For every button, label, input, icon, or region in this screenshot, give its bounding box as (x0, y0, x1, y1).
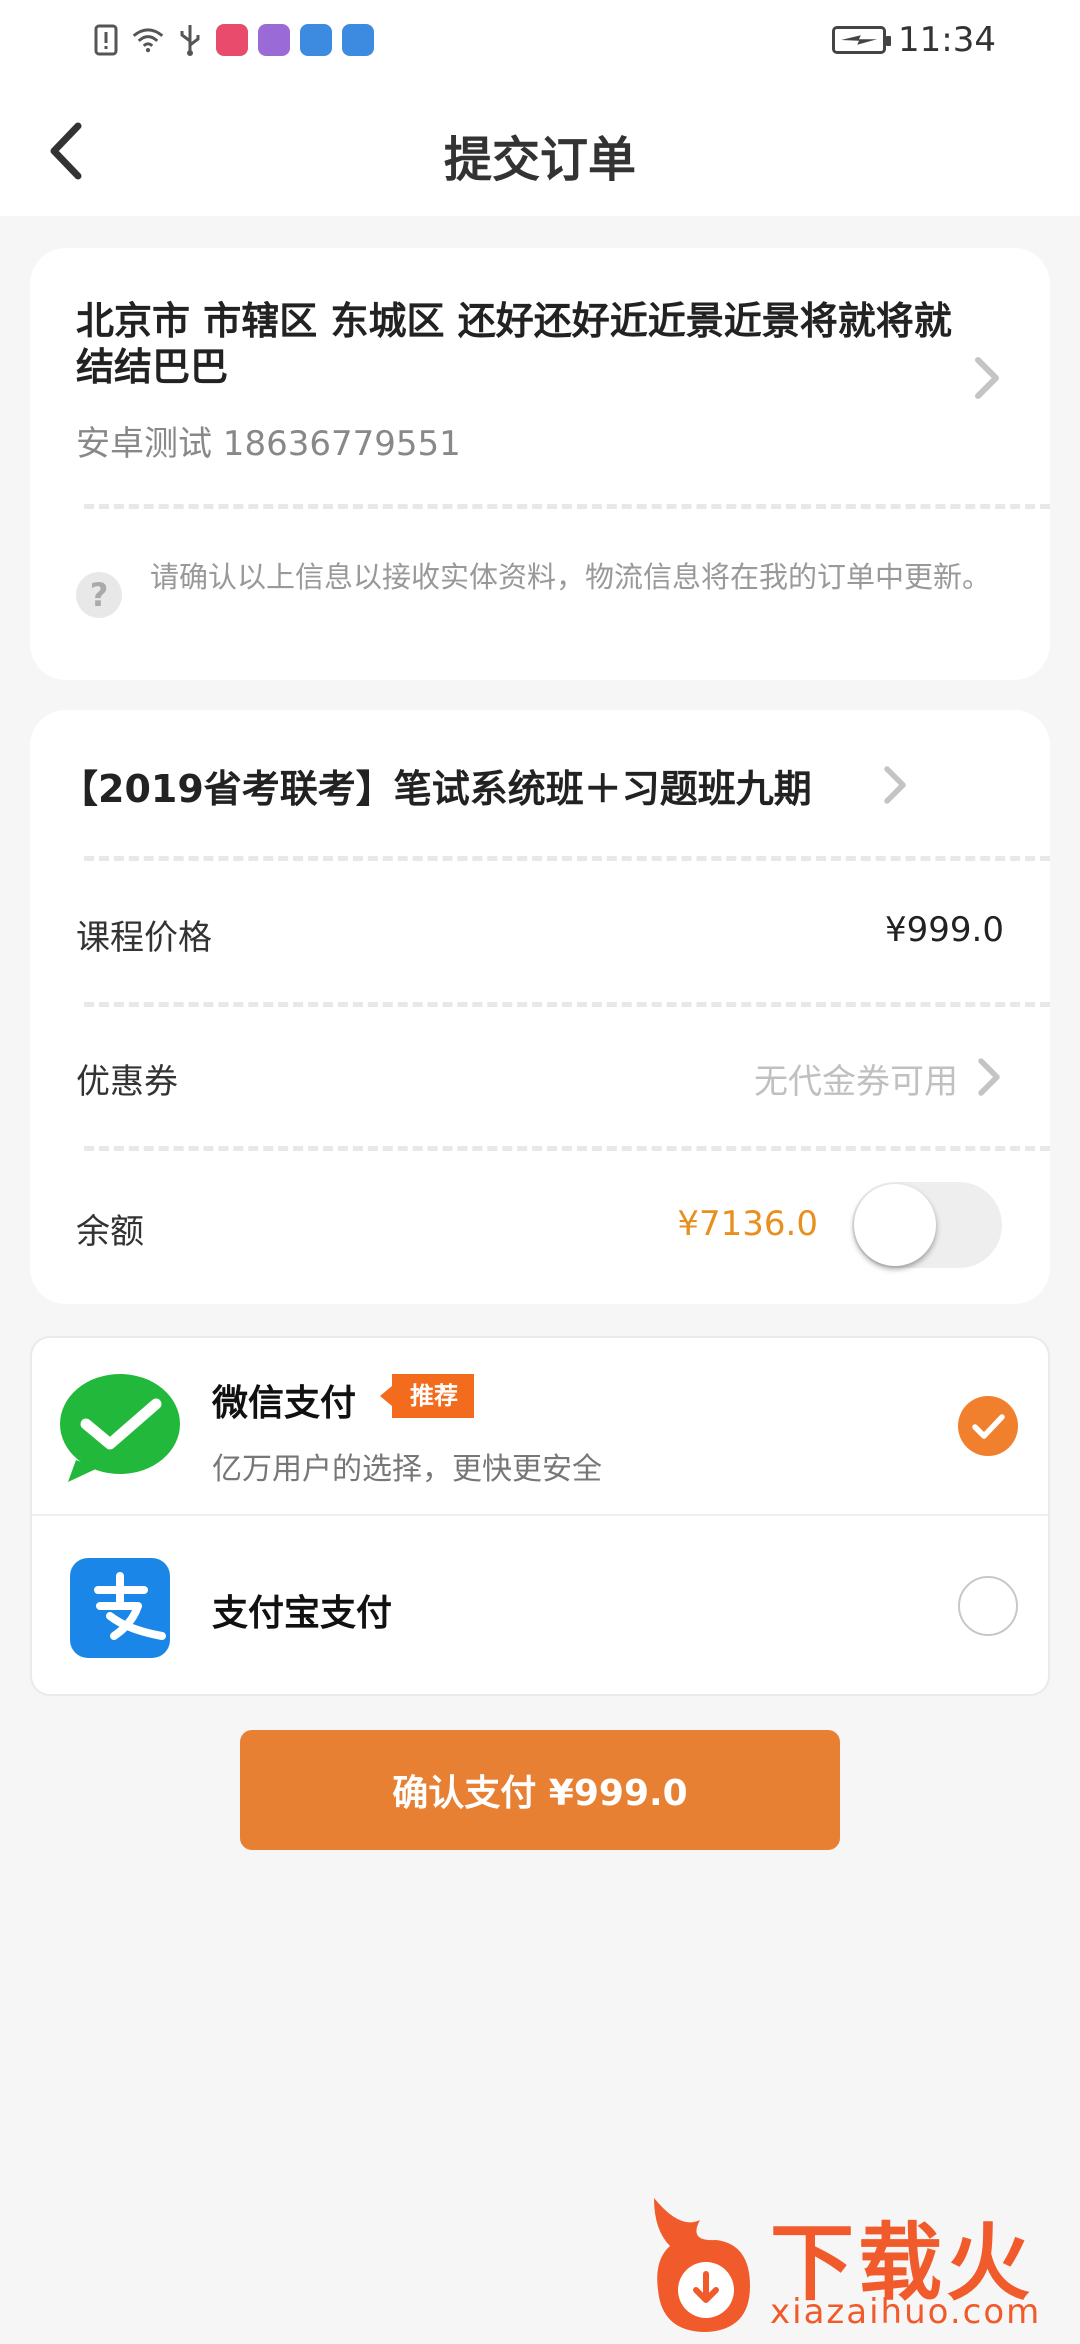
payment-name: 支付宝支付 (212, 1593, 393, 1634)
check-icon (972, 1414, 1005, 1439)
watermark-url: xiazaihuo.com (770, 2292, 1042, 2332)
page-title: 提交订单 (443, 132, 636, 188)
divider (84, 1146, 1050, 1151)
price-label: 课程价格 (76, 918, 212, 958)
payment-methods: 微信支付 推荐 亿万用户的选择，更快更安全 支付宝支付 (30, 1336, 1050, 1696)
clock: 11:34 (898, 20, 996, 60)
balance-toggle[interactable] (852, 1182, 1002, 1268)
radio-selected-wechat[interactable] (958, 1396, 1018, 1456)
app-icon-huawei (216, 24, 248, 56)
app-icon-shield (342, 24, 374, 56)
app-icon-purple (258, 24, 290, 56)
toggle-knob (854, 1184, 936, 1266)
payment-option-wechat[interactable]: 微信支付 推荐 亿万用户的选择，更快更安全 (32, 1338, 1048, 1516)
course-title[interactable]: 【2019省考联考】笔试系统班＋习题班九期 (60, 758, 812, 813)
payment-desc: 亿万用户的选择，更快更安全 (212, 1452, 602, 1487)
divider (84, 504, 1050, 509)
flame-logo-icon (654, 2198, 750, 2332)
question-icon: ? (76, 572, 122, 618)
page-header: 提交订单 (0, 86, 1080, 216)
wifi-icon (132, 24, 164, 56)
battery-charging-icon (832, 26, 892, 54)
status-right: 11:34 (832, 20, 996, 60)
address-contact: 安卓测试 18636779551 (76, 424, 461, 464)
address-hint: 请确认以上信息以接收实体资料，物流信息将在我的订单中更新。 (150, 560, 992, 594)
divider (84, 1002, 1050, 1007)
payment-name: 微信支付 (212, 1383, 357, 1424)
chevron-right-icon (884, 766, 906, 804)
order-card: 【2019省考联考】笔试系统班＋习题班九期 课程价格 ¥999.0 优惠券 无代… (30, 710, 1050, 1304)
radio-alipay[interactable] (958, 1576, 1018, 1636)
status-icons (90, 24, 374, 56)
recommend-badge: 推荐 (380, 1374, 474, 1418)
confirm-pay-button[interactable]: 确认支付 ¥999.0 (240, 1730, 840, 1850)
usb-icon (174, 24, 206, 56)
watermark: 下载火 xiazaihuo.com (640, 2190, 1080, 2340)
status-bar: 11:34 (0, 0, 1080, 86)
app-icon-blue (300, 24, 332, 56)
divider (84, 856, 1050, 861)
address-line: 北京市 市辖区 东城区 还好还好近近景近景将就将就结结巴巴 (76, 299, 952, 389)
chevron-right-icon (978, 1058, 1000, 1096)
payment-option-alipay[interactable]: 支付宝支付 (32, 1518, 1048, 1696)
address-card[interactable]: 北京市 市辖区 东城区 还好还好近近景近景将就将就结结巴巴 安卓测试 18636… (30, 248, 1050, 680)
sim-alert-icon (90, 24, 122, 56)
coupon-value[interactable]: 无代金券可用 (754, 1054, 958, 1103)
coupon-label: 优惠券 (76, 1062, 178, 1102)
price-value: ¥999.0 (885, 910, 1004, 950)
alipay-icon (70, 1558, 170, 1658)
balance-label: 余额 (76, 1212, 144, 1252)
wechat-pay-icon (60, 1374, 180, 1482)
chevron-right-icon (975, 357, 999, 399)
balance-value: ¥7136.0 (677, 1204, 818, 1244)
